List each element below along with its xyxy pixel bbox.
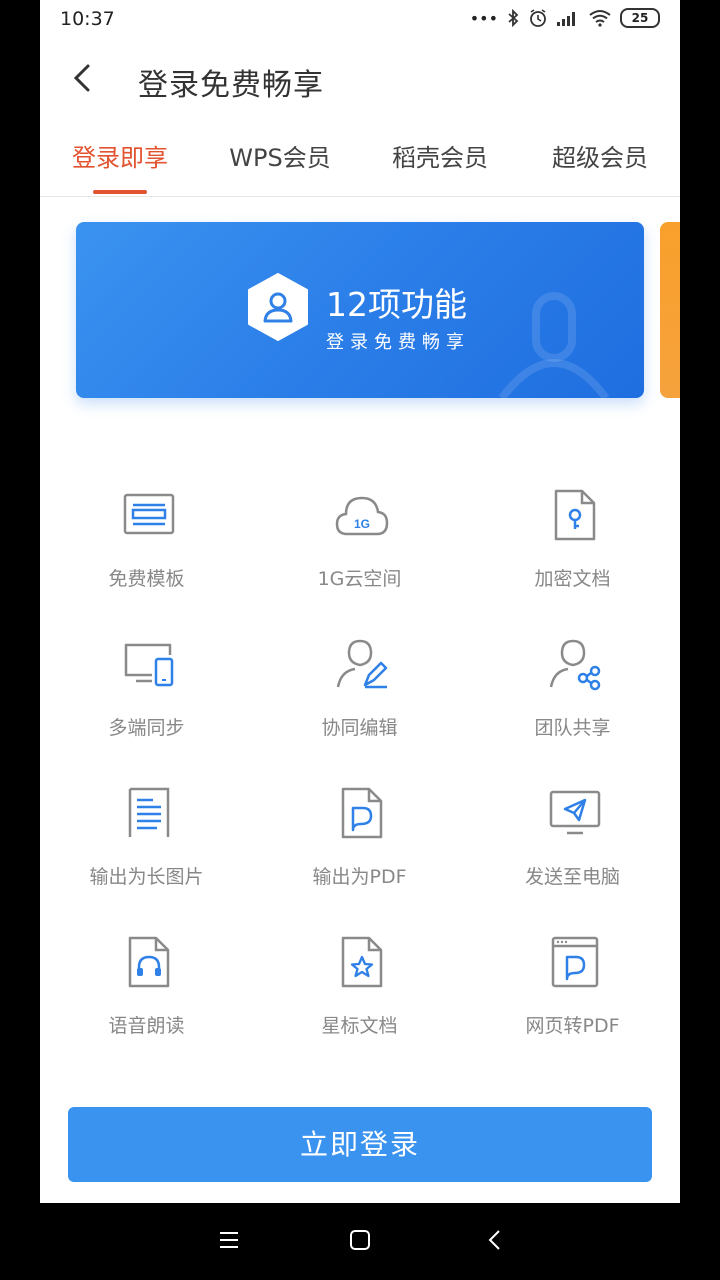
feature-label: 语音朗读 [108,1015,185,1037]
banner-subtitle: 登录免费畅享 [326,332,470,353]
feature-item[interactable]: 网页转PDF [466,925,679,1065]
app-screen: 10:37 ••• 25 登录免费畅享 登录即享 WPS会员 稻壳会员 超级会员 [40,0,680,1203]
chevron-left-icon [73,64,90,92]
feature-item[interactable]: 协同编辑 [253,627,466,767]
feature-item[interactable]: 加密文档 [466,478,679,618]
feature-item[interactable]: 星标文档 [253,925,466,1065]
tab-docer-member[interactable]: 稻壳会员 [360,138,520,173]
feature-item[interactable]: 多端同步 [40,627,253,767]
voice-read-icon [128,936,170,988]
promo-banner[interactable]: 12项功能 登录免费畅享 [76,222,644,398]
signal-icon [557,12,575,26]
bluetooth-icon [508,9,519,27]
tab-super-member[interactable]: 超级会员 [520,138,680,173]
feature-item[interactable]: 1G 1G云空间 [253,478,466,618]
top-header: 登录免费畅享 [40,40,680,118]
web-to-pdf-icon [551,936,599,988]
team-share-icon [549,639,601,691]
send-to-pc-icon [549,790,601,835]
back-button[interactable] [62,56,102,100]
template-icon [123,493,175,535]
feature-label: 多端同步 [108,717,185,739]
feature-item[interactable]: 输出为PDF [253,776,466,916]
feature-label: 星标文档 [321,1015,398,1037]
feature-label: 输出为长图片 [89,866,204,888]
feature-label: 协同编辑 [321,717,398,739]
system-nav-bar [0,1203,720,1280]
active-tab-indicator [93,190,147,194]
home-square-icon[interactable] [349,1229,371,1251]
feature-label: 网页转PDF [525,1015,620,1037]
feature-label: 加密文档 [534,568,611,590]
feature-item[interactable]: 发送至电脑 [466,776,679,916]
cloud-1g-icon: 1G [335,496,389,536]
status-time: 10:37 [60,8,115,30]
status-icons: ••• 25 [470,8,660,28]
devices-sync-icon [124,643,174,687]
user-hexagon-icon [248,273,308,341]
page-title: 登录免费畅享 [138,68,324,103]
feature-label: 团队共享 [534,717,611,739]
menu-icon[interactable] [218,1229,240,1251]
banner-headline: 12项功能 [326,285,467,324]
next-banner-peek[interactable] [660,222,680,398]
svg-text:1G: 1G [354,517,370,531]
feature-item[interactable]: 输出为长图片 [40,776,253,916]
feature-label: 输出为PDF [312,866,407,888]
long-image-icon [128,787,170,837]
user-watermark-icon [498,292,610,398]
alarm-icon [530,9,546,27]
back-icon[interactable] [484,1229,506,1251]
battery-icon: 25 [620,8,660,28]
status-bar: 10:37 ••• 25 [40,0,680,40]
feature-item[interactable]: 团队共享 [466,627,679,767]
pdf-export-icon [341,787,383,839]
star-doc-icon [341,936,383,988]
tab-login-benefits[interactable]: 登录即享 [40,138,200,173]
login-button[interactable]: 立即登录 [68,1107,652,1182]
feature-label: 发送至电脑 [524,866,620,888]
feature-item[interactable]: 语音朗读 [40,925,253,1065]
feature-label: 免费模板 [108,568,185,590]
collaborate-edit-icon [336,639,388,689]
tab-wps-member[interactable]: WPS会员 [200,138,360,173]
wifi-icon [589,10,611,27]
tab-bar: 登录即享 WPS会员 稻壳会员 超级会员 [40,118,680,197]
encrypted-doc-icon [554,489,596,541]
dots-icon: ••• [469,8,498,28]
feature-label: 1G云空间 [317,568,402,590]
feature-item[interactable]: 免费模板 [40,478,253,618]
